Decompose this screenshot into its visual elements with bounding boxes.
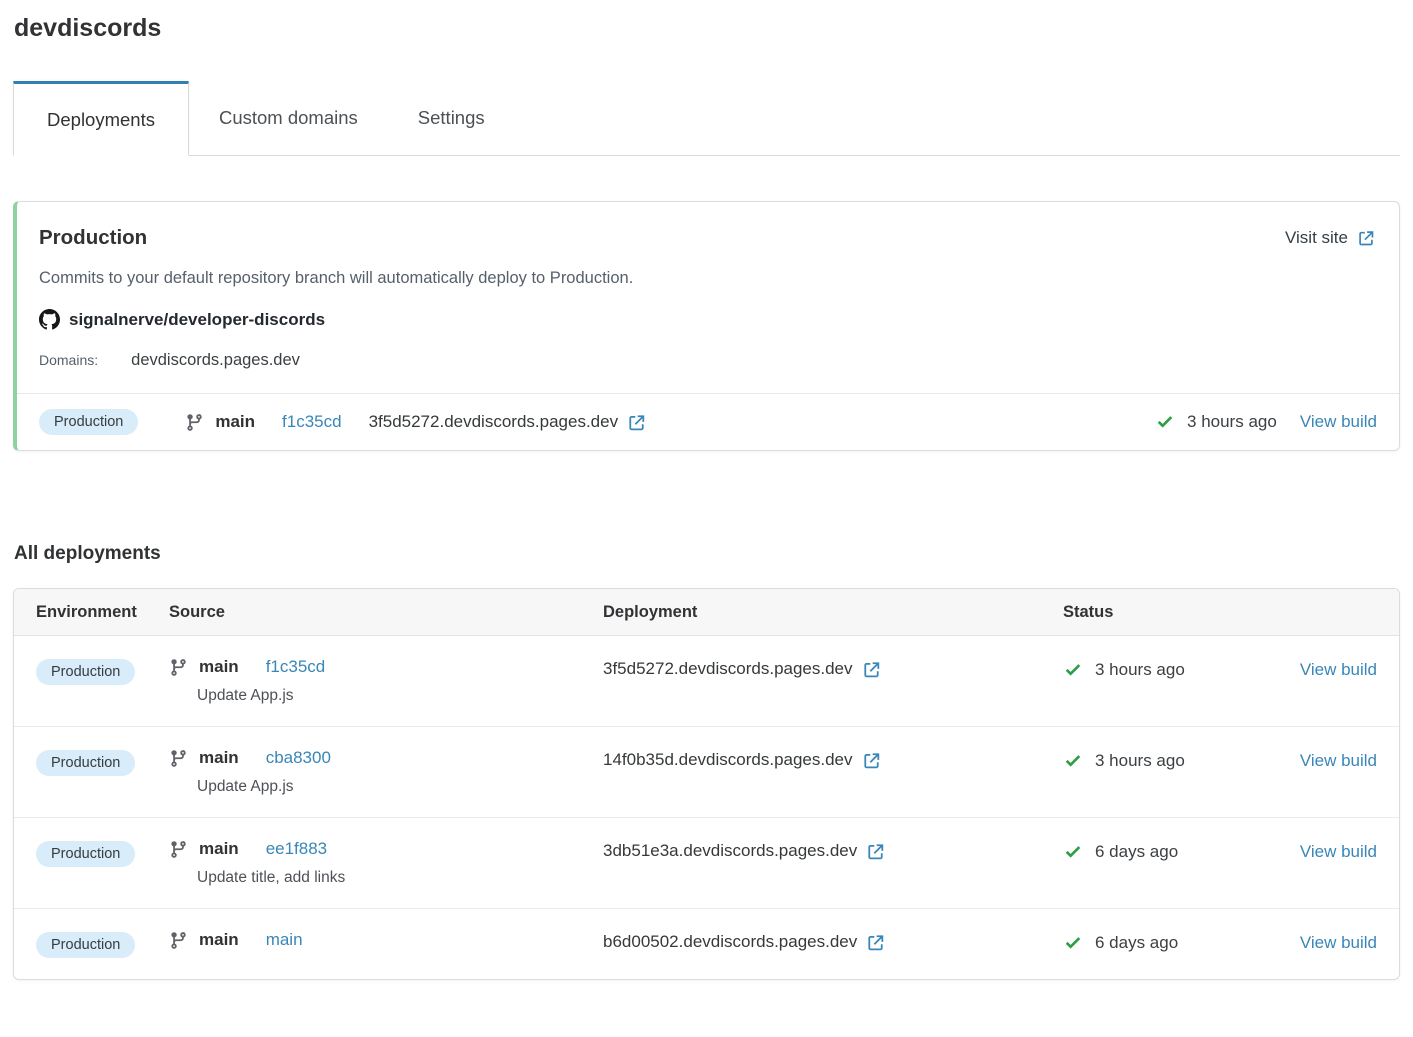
production-card-header: Production Visit site [17,202,1399,250]
git-branch-icon [169,749,188,768]
tab-bar: Deployments Custom domains Settings [13,81,1400,156]
view-build-link[interactable]: View build [1300,933,1377,952]
external-link-icon[interactable] [866,933,885,952]
tab-deployments[interactable]: Deployments [13,81,189,156]
branch-name: main [215,412,255,432]
domains-label: Domains: [39,352,98,368]
table-row: Production main cba8300 Update App.js 14… [14,727,1399,818]
commit-link[interactable]: cba8300 [266,748,331,768]
deployment-url-text: 3f5d5272.devdiscords.pages.dev [603,659,853,679]
deploy-time: 6 days ago [1095,933,1178,953]
environment-badge: Production [36,841,135,867]
external-link-icon[interactable] [862,660,881,679]
tab-deployments-label: Deployments [47,109,155,131]
production-card: Production Visit site Commits to your de… [13,201,1400,451]
git-branch-icon [169,840,188,859]
col-deployment: Deployment [603,603,1063,622]
production-deployment-row: Production main f1c35cd 3f5d5272.devdisc… [17,393,1399,450]
success-check-icon [1063,842,1083,862]
external-link-icon[interactable] [627,413,646,432]
deployment-url: 3db51e3a.devdiscords.pages.dev [603,839,1063,861]
deployments-table: Environment Source Deployment Status Pro… [13,588,1400,980]
commit-link[interactable]: ee1f883 [266,839,327,859]
deploy-time: 6 days ago [1095,842,1178,862]
success-check-icon [1063,660,1083,680]
deployment-url-text: 3f5d5272.devdiscords.pages.dev [369,412,619,432]
tab-custom-domains[interactable]: Custom domains [189,81,388,155]
environment-badge: Production [36,659,135,685]
repo-name: signalnerve/developer-discords [69,310,325,330]
tab-settings-label: Settings [418,107,485,129]
table-row: Production main ee1f883 Update title, ad… [14,818,1399,909]
col-source: Source [169,603,603,622]
deployment-url-text: b6d00502.devdiscords.pages.dev [603,932,857,952]
branch-name: main [199,657,239,677]
tab-settings[interactable]: Settings [388,81,515,155]
git-branch-icon [185,413,204,432]
page: devdiscords Deployments Custom domains S… [0,0,1413,980]
col-environment: Environment [36,603,169,622]
all-deployments-title: All deployments [14,543,1400,565]
deploy-time: 3 hours ago [1095,660,1185,680]
deployment-url: 14f0b35d.devdiscords.pages.dev [603,748,1063,770]
domains-row: Domains: devdiscords.pages.dev [17,330,1399,393]
environment-badge: Production [36,932,135,958]
external-link-icon [1357,229,1375,247]
repo-row: signalnerve/developer-discords [17,288,1399,330]
deployment-url-text: 14f0b35d.devdiscords.pages.dev [603,750,853,770]
git-branch-icon [169,931,188,950]
environment-badge: Production [36,750,135,776]
github-icon [39,309,60,330]
deploy-time: 3 hours ago [1095,751,1185,771]
table-row: Production main main b6d00502.devdiscord… [14,909,1399,979]
visit-site-link[interactable]: Visit site [1285,228,1375,248]
tab-custom-domains-label: Custom domains [219,107,358,129]
commit-link[interactable]: f1c35cd [282,412,342,432]
commit-message: Update App.js [197,778,603,796]
success-check-icon [1063,933,1083,953]
domains-value: devdiscords.pages.dev [131,351,300,370]
branch-name: main [199,839,239,859]
view-build-link[interactable]: View build [1300,660,1377,679]
environment-badge: Production [39,409,138,435]
page-title: devdiscords [14,14,1400,43]
success-check-icon [1063,751,1083,771]
production-card-title: Production [39,226,147,250]
git-branch-icon [169,658,188,677]
deployment-url: b6d00502.devdiscords.pages.dev [603,930,1063,952]
commit-message: Update App.js [197,687,603,705]
table-row: Production main f1c35cd Update App.js 3f… [14,636,1399,727]
view-build-link[interactable]: View build [1300,751,1377,770]
deployment-url: 3f5d5272.devdiscords.pages.dev [369,412,647,432]
branch-name: main [199,930,239,950]
deployment-url-text: 3db51e3a.devdiscords.pages.dev [603,841,857,861]
commit-link[interactable]: main [266,930,303,950]
deployment-url: 3f5d5272.devdiscords.pages.dev [603,657,1063,679]
external-link-icon[interactable] [866,842,885,861]
external-link-icon[interactable] [862,751,881,770]
success-check-icon [1155,412,1175,432]
visit-site-label: Visit site [1285,228,1348,248]
commit-message: Update title, add links [197,869,603,887]
col-status: Status [1063,603,1283,622]
branch-name: main [199,748,239,768]
view-build-link[interactable]: View build [1300,412,1377,432]
production-description: Commits to your default repository branc… [17,250,1399,288]
commit-link[interactable]: f1c35cd [266,657,326,677]
table-header: Environment Source Deployment Status [14,589,1399,636]
deploy-time: 3 hours ago [1187,412,1277,432]
view-build-link[interactable]: View build [1300,842,1377,861]
